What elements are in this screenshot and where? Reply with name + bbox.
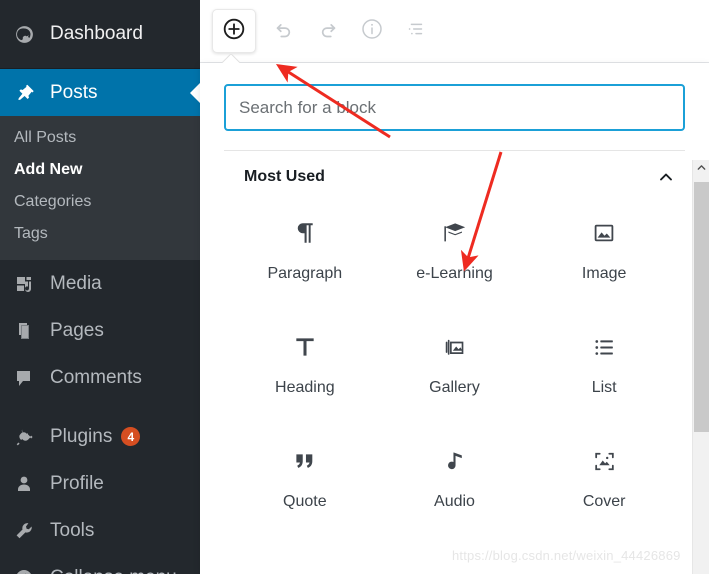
- block-item-list[interactable]: List: [529, 313, 679, 427]
- search-input[interactable]: [224, 84, 685, 131]
- block-type-grid: Paragraph e-Learning Image Heading Galle…: [200, 193, 709, 541]
- block-label: List: [591, 379, 617, 396]
- plugins-update-badge: 4: [121, 427, 141, 446]
- paragraph-pilcrow-icon: [292, 213, 318, 253]
- bullet-list-icon: [592, 327, 617, 367]
- submenu-item-label: Categories: [14, 193, 92, 210]
- sidebar-item-profile[interactable]: Profile: [0, 460, 200, 507]
- sidebar-item-label: Collapse menu: [50, 567, 177, 574]
- wrench-icon: [12, 521, 36, 541]
- chevron-up-icon[interactable]: [656, 167, 676, 187]
- heading-t-icon: [292, 327, 318, 367]
- block-search-wrapper: [200, 63, 709, 131]
- comment-icon: [12, 368, 36, 388]
- block-item-paragraph[interactable]: Paragraph: [230, 199, 380, 313]
- panel-title: Most Used: [244, 168, 325, 185]
- redo-icon: [317, 18, 339, 45]
- sidebar-item-label: Dashboard: [50, 23, 143, 44]
- submenu-item-add-new[interactable]: Add New: [0, 154, 200, 186]
- sidebar-item-label: Posts: [50, 81, 98, 103]
- block-item-e-learning[interactable]: e-Learning: [380, 199, 530, 313]
- plug-icon: [12, 427, 36, 447]
- sidebar-item-label: Profile: [50, 472, 104, 494]
- active-menu-pointer: [190, 82, 200, 103]
- block-label: Heading: [275, 379, 335, 396]
- info-icon: [360, 17, 384, 46]
- block-label: Audio: [434, 493, 475, 510]
- graduation-cap-icon: [441, 213, 468, 253]
- list-view-icon: [405, 18, 427, 45]
- pin-icon: [12, 83, 36, 103]
- block-label: Quote: [283, 493, 327, 510]
- block-item-heading[interactable]: Heading: [230, 313, 380, 427]
- sidebar-item-comments[interactable]: Comments: [0, 354, 200, 401]
- block-item-image[interactable]: Image: [529, 199, 679, 313]
- block-label: Paragraph: [267, 265, 343, 282]
- user-icon: [12, 474, 36, 494]
- sidebar-item-label: Comments: [50, 366, 142, 388]
- sidebar-item-tools[interactable]: Tools: [0, 507, 200, 554]
- submenu-item-tags[interactable]: Tags: [0, 218, 200, 250]
- submenu-item-label: Add New: [14, 161, 83, 178]
- list-view-button[interactable]: [398, 13, 434, 49]
- sidebar-item-plugins[interactable]: Plugins 4: [0, 413, 200, 460]
- sidebar-item-posts[interactable]: Posts: [0, 69, 200, 116]
- sidebar-separator: [0, 401, 200, 413]
- media-icon: [12, 274, 36, 294]
- sidebar-item-dashboard[interactable]: Dashboard: [0, 0, 200, 69]
- block-item-audio[interactable]: Audio: [380, 427, 530, 541]
- block-label: e-Learning: [416, 265, 493, 282]
- collapse-arrow-icon: [12, 568, 36, 574]
- submenu-item-label: Tags: [14, 225, 48, 242]
- gallery-icon: [442, 327, 467, 367]
- block-item-gallery[interactable]: Gallery: [380, 313, 530, 427]
- music-note-icon: [442, 441, 467, 481]
- block-item-quote[interactable]: Quote: [230, 427, 380, 541]
- sidebar-item-collapse-menu[interactable]: Collapse menu: [0, 554, 200, 574]
- plus-circle-icon: [221, 16, 247, 47]
- sidebar-item-label: Media: [50, 272, 102, 294]
- chevron-up-icon: [696, 160, 707, 178]
- scrollbar-thumb[interactable]: [694, 182, 709, 432]
- submenu-item-all-posts[interactable]: All Posts: [0, 122, 200, 154]
- sidebar-item-label: Plugins: [50, 425, 113, 447]
- submenu-item-label: All Posts: [14, 129, 77, 146]
- block-inserter-popover: Most Used Paragraph: [200, 63, 709, 574]
- block-label: Cover: [582, 493, 626, 510]
- dashboard-gauge-icon: [12, 24, 36, 45]
- details-button[interactable]: [354, 13, 390, 49]
- image-icon: [592, 213, 616, 253]
- sidebar-item-pages[interactable]: Pages: [0, 307, 200, 354]
- editor-toolbar: [200, 0, 709, 63]
- scrollbar-up-button[interactable]: [693, 160, 709, 177]
- quote-marks-icon: [292, 441, 317, 481]
- posts-submenu: All Posts Add New Categories Tags: [0, 116, 200, 260]
- admin-sidebar: Dashboard Posts All Posts Add New Catego…: [0, 0, 200, 574]
- undo-icon: [273, 18, 295, 45]
- sidebar-item-label: Pages: [50, 319, 104, 341]
- undo-button[interactable]: [266, 13, 302, 49]
- popover-caret: [222, 54, 240, 63]
- most-used-panel-header[interactable]: Most Used: [200, 151, 709, 193]
- watermark-text: https://blog.csdn.net/weixin_44426869: [452, 548, 681, 563]
- submenu-item-categories[interactable]: Categories: [0, 186, 200, 218]
- block-editor-area: Most Used Paragraph: [200, 0, 709, 574]
- pages-icon: [12, 321, 36, 341]
- app-root: Dashboard Posts All Posts Add New Catego…: [0, 0, 709, 574]
- block-label: Gallery: [429, 379, 480, 396]
- cover-image-icon: [592, 441, 617, 481]
- sidebar-item-media[interactable]: Media: [0, 260, 200, 307]
- inserter-scrollbar[interactable]: [692, 160, 709, 574]
- block-item-cover[interactable]: Cover: [529, 427, 679, 541]
- block-label: Image: [581, 265, 627, 282]
- add-block-button[interactable]: [212, 9, 256, 53]
- redo-button[interactable]: [310, 13, 346, 49]
- sidebar-item-label: Tools: [50, 519, 95, 541]
